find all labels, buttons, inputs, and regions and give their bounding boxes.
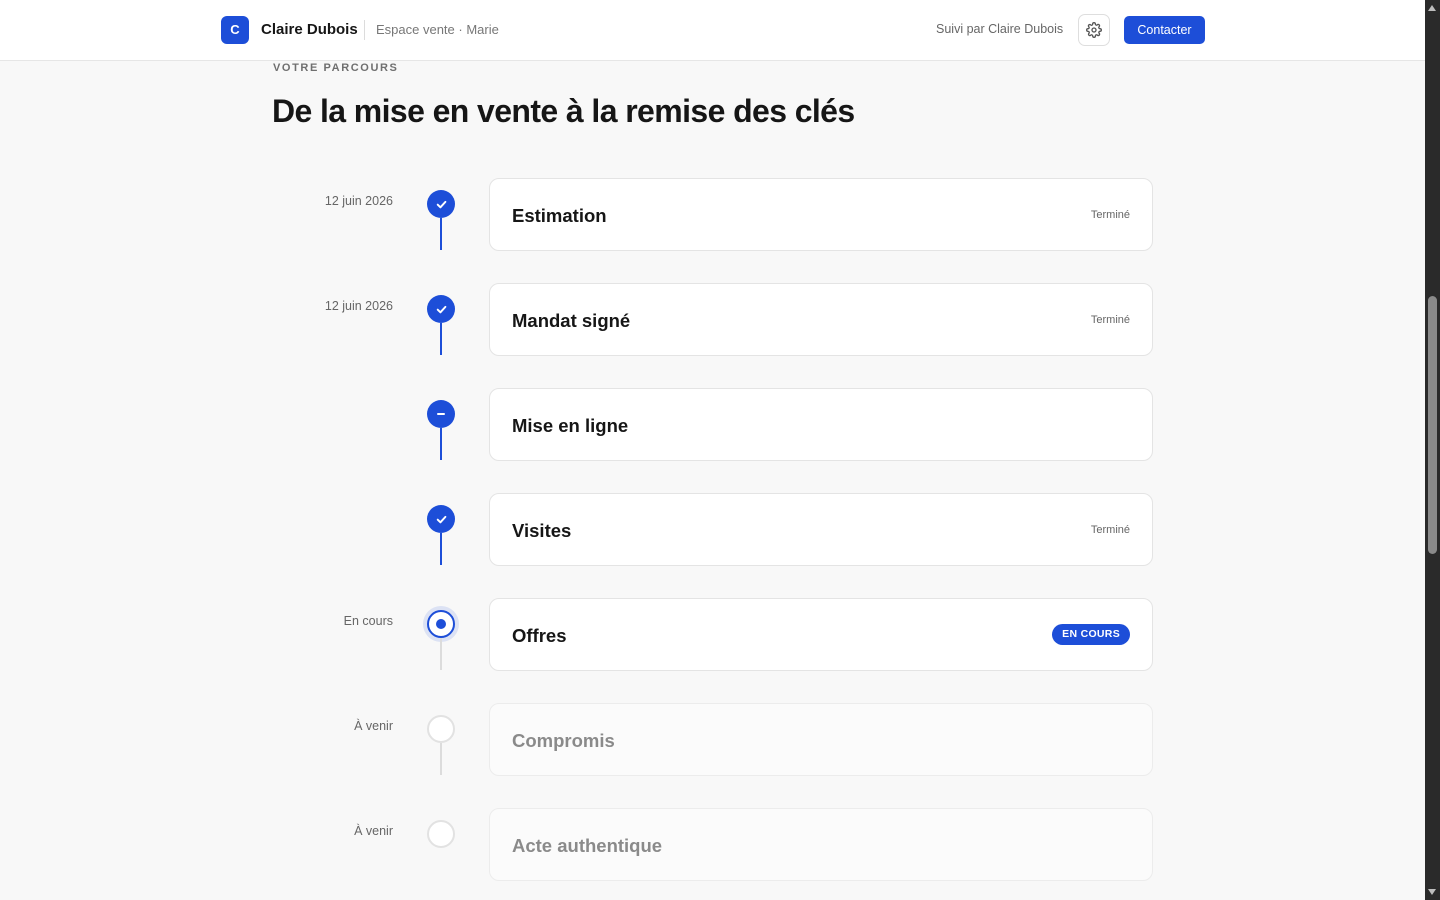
step-node-partial bbox=[427, 400, 455, 428]
step-node-done bbox=[427, 505, 455, 533]
step-title: Acte authentique bbox=[512, 835, 663, 856]
step-node-pending bbox=[427, 820, 455, 848]
step-title: Mandat signé bbox=[512, 310, 631, 331]
page-scrollbar[interactable] bbox=[1425, 0, 1440, 900]
timeline-step-visites: Visites Terminé bbox=[0, 493, 1425, 598]
status-badge: EN COURS bbox=[1052, 624, 1130, 645]
step-title: Compromis bbox=[512, 730, 615, 751]
step-date: À venir bbox=[354, 824, 393, 838]
brand-name: Claire Dubois bbox=[261, 21, 358, 38]
step-title: Mise en ligne bbox=[512, 415, 629, 436]
timeline-connector bbox=[439, 743, 442, 775]
timeline-step-mise-en-ligne: Mise en ligne bbox=[0, 388, 1425, 493]
top-bar: C Claire Dubois Espace vente · Marie Sui… bbox=[0, 0, 1425, 61]
step-node-done bbox=[427, 295, 455, 323]
brand-divider bbox=[364, 20, 365, 40]
timeline-step-offres: En cours Offres EN COURS bbox=[0, 598, 1425, 703]
step-title: Offres bbox=[512, 625, 567, 646]
section-eyebrow: VOTRE PARCOURS bbox=[273, 62, 399, 74]
page-title: De la mise en vente à la remise des clés bbox=[272, 93, 855, 129]
timeline-step-estimation: 12 juin 2026 Estimation Terminé bbox=[0, 178, 1425, 283]
step-node-done bbox=[427, 190, 455, 218]
gear-icon bbox=[1086, 22, 1102, 38]
timeline-step-acte: À venir Acte authentique bbox=[0, 808, 1425, 900]
step-status: Terminé bbox=[1090, 524, 1130, 536]
step-status: Terminé bbox=[1090, 314, 1130, 326]
step-node-current bbox=[427, 610, 455, 638]
check-icon bbox=[436, 515, 446, 523]
step-date: 12 juin 2026 bbox=[324, 194, 393, 208]
timeline-connector bbox=[439, 638, 442, 670]
step-card[interactable]: Offres EN COURS bbox=[489, 598, 1153, 671]
check-icon bbox=[436, 200, 446, 208]
check-icon bbox=[436, 305, 446, 313]
step-card[interactable]: Mise en ligne bbox=[489, 388, 1153, 461]
minus-icon bbox=[437, 413, 445, 415]
timeline-connector bbox=[439, 428, 442, 460]
followed-by-text: Suivi par Claire Dubois bbox=[936, 22, 1064, 36]
timeline-step-mandat: 12 juin 2026 Mandat signé Terminé bbox=[0, 283, 1425, 388]
step-card[interactable]: Acte authentique bbox=[489, 808, 1153, 881]
timeline-step-compromis: À venir Compromis bbox=[0, 703, 1425, 808]
timeline-connector bbox=[439, 323, 442, 355]
step-date: 12 juin 2026 bbox=[324, 299, 393, 313]
step-title: Estimation bbox=[512, 205, 607, 226]
settings-button[interactable] bbox=[1078, 14, 1110, 46]
step-node-pending bbox=[427, 715, 455, 743]
scroll-thumb[interactable] bbox=[1428, 296, 1437, 554]
scroll-up-arrow-icon[interactable] bbox=[1428, 5, 1436, 11]
timeline-connector bbox=[439, 218, 442, 250]
step-card[interactable]: Mandat signé Terminé bbox=[489, 283, 1153, 356]
scroll-down-arrow-icon[interactable] bbox=[1428, 889, 1436, 895]
step-status: Terminé bbox=[1090, 209, 1130, 221]
current-dot-icon bbox=[436, 619, 446, 629]
step-date: En cours bbox=[343, 614, 393, 628]
step-title: Visites bbox=[512, 520, 572, 541]
contact-button[interactable]: Contacter bbox=[1124, 16, 1205, 44]
brand-logo[interactable]: C bbox=[221, 16, 249, 44]
timeline-connector bbox=[439, 533, 442, 565]
space-subtitle: Espace vente · Marie bbox=[376, 22, 499, 37]
step-card[interactable]: Estimation Terminé bbox=[489, 178, 1153, 251]
step-date: À venir bbox=[354, 719, 393, 733]
step-card[interactable]: Compromis bbox=[489, 703, 1153, 776]
step-card[interactable]: Visites Terminé bbox=[489, 493, 1153, 566]
